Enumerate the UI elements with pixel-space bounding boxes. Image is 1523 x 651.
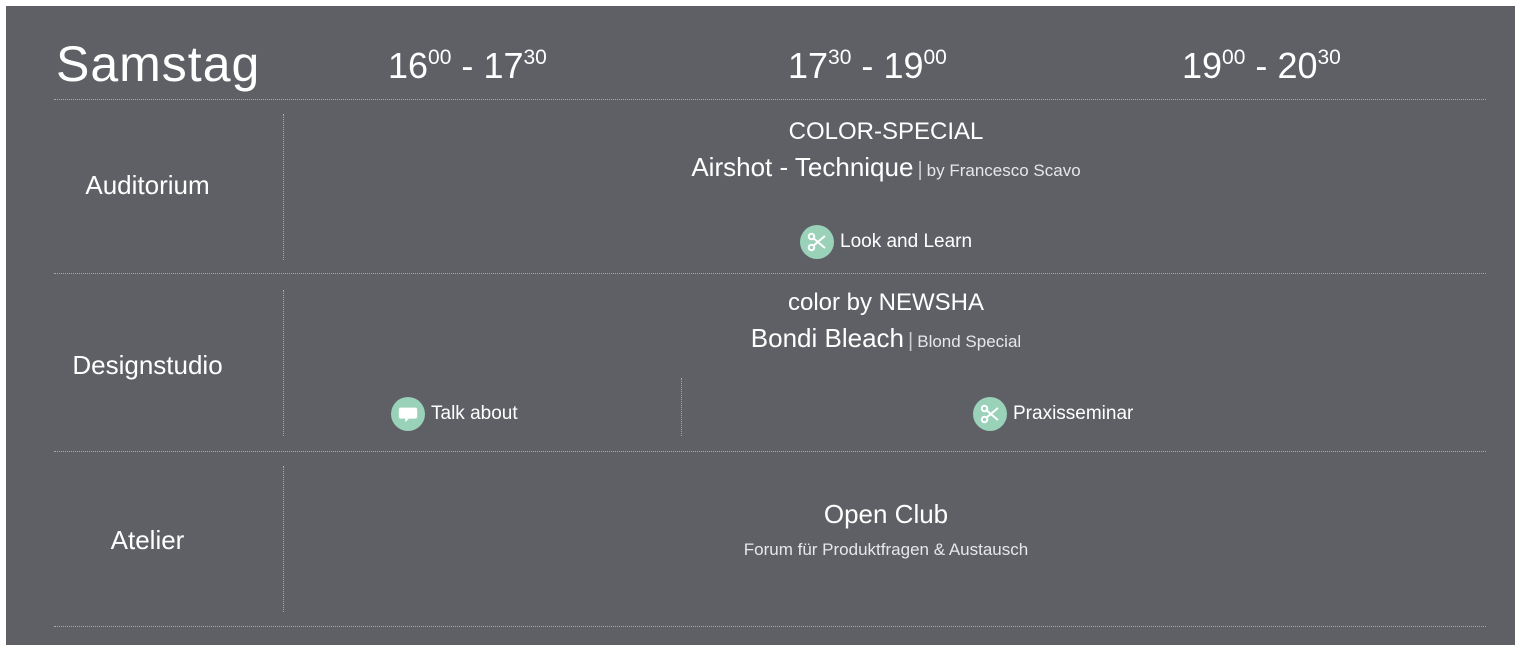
time-slot-3: 1900 - 2030 — [1182, 45, 1341, 86]
tag-label: Look and Learn — [840, 231, 973, 252]
session-auditorium[interactable]: COLOR-SPECIAL Airshot - Technique | by Fra… — [296, 118, 1476, 183]
session-divider — [681, 378, 682, 436]
schedule-panel: Samstag 1600 - 1730 1730 - 1900 1900 - 2… — [6, 6, 1515, 645]
session-subtitle: Blond Special — [917, 332, 1022, 351]
scissors-icon — [800, 225, 834, 259]
room-designstudio: Designstudio — [72, 350, 223, 380]
divider — [54, 626, 1486, 627]
session-title: Airshot - Technique — [691, 152, 914, 182]
room-atelier: Atelier — [110, 525, 185, 555]
session-atelier[interactable]: Open Club Forum für Produktfragen & Aust… — [296, 499, 1476, 560]
session-category: COLOR-SPECIAL — [788, 118, 984, 145]
tag-praxisseminar[interactable]: Praxisseminar — [973, 397, 1133, 431]
tag-talk-about[interactable]: Talk about — [391, 397, 518, 431]
session-category: color by NEWSHA — [787, 289, 985, 316]
session-title: Open Club — [823, 499, 949, 529]
session-designstudio[interactable]: color by NEWSHA Bondi Bleach | Blond Speci… — [296, 289, 1476, 354]
session-subtitle: Forum für Produktfragen & Austausch — [743, 540, 1029, 559]
speech-bubble-icon — [391, 397, 425, 431]
session-subtitle: by Francesco Scavo — [926, 161, 1081, 180]
divider — [54, 273, 1486, 274]
time-slot-2: 1730 - 1900 — [788, 45, 947, 86]
tag-label: Talk about — [431, 403, 518, 424]
tag-look-and-learn[interactable]: Look and Learn — [800, 225, 972, 259]
divider — [54, 451, 1486, 452]
session-title: Bondi Bleach — [750, 323, 905, 353]
divider — [54, 99, 1486, 100]
day-title: Samstag — [56, 36, 261, 92]
separator: | — [917, 159, 923, 181]
tag-label: Praxisseminar — [1013, 403, 1134, 424]
time-slot-1: 1600 - 1730 — [388, 45, 547, 86]
scissors-icon — [973, 397, 1007, 431]
room-auditorium: Auditorium — [85, 170, 210, 200]
separator: | — [908, 330, 914, 352]
